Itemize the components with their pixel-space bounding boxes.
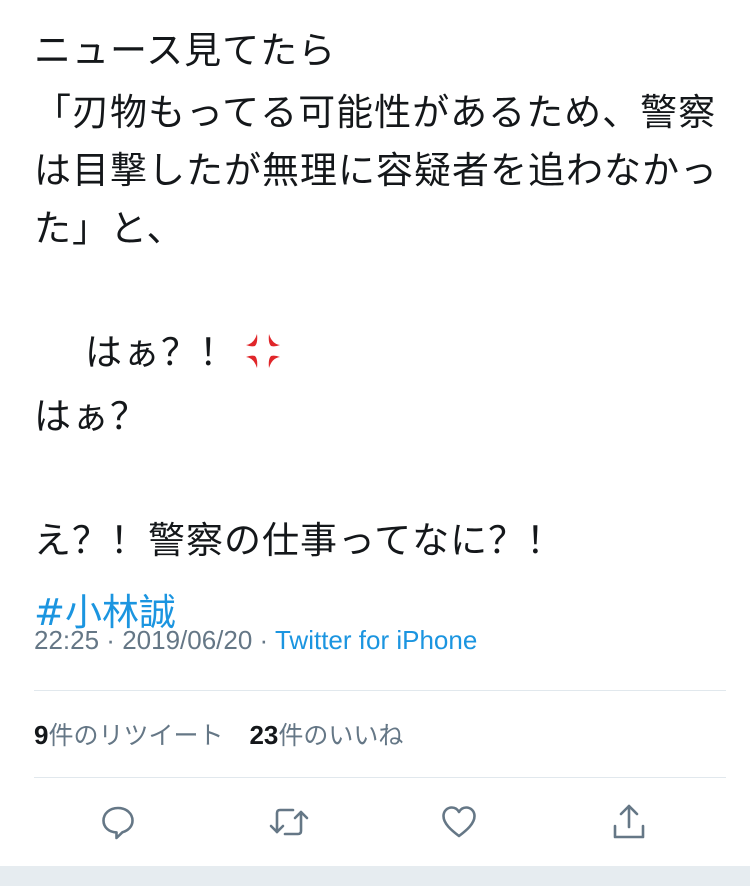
like-button[interactable] (437, 800, 481, 844)
tweet-date: 2019/06/20 (122, 625, 253, 655)
tweet-paragraph-4: え？！警察の仕事ってなに？！ (34, 519, 565, 562)
tweet-metadata: 22:25 · 2019/06/20 · Twitter for iPhone (34, 625, 477, 656)
heart-icon (442, 806, 476, 838)
tweet-stats: 9件のリツイート 23件のいいね (34, 716, 421, 752)
share-icon (613, 804, 645, 839)
tweet-paragraph-3: はぁ？！ はぁ？ (34, 266, 724, 504)
like-stat[interactable]: 23件のいいね (249, 720, 404, 750)
meta-separator: · (252, 625, 275, 655)
tweet-line: はぁ？！ (85, 331, 238, 374)
tweet-paragraph-1: ニュース見てたら (34, 29, 337, 72)
reply-button[interactable] (96, 800, 140, 844)
tweet-time: 22:25 (34, 625, 100, 655)
meta-separator: · (99, 625, 123, 655)
divider (34, 690, 726, 691)
retweet-label: 件のリツイート (48, 721, 224, 750)
bottom-separator (0, 866, 750, 886)
divider (34, 777, 726, 778)
retweet-count: 9 (34, 720, 49, 750)
retweet-icon (269, 808, 309, 836)
like-label: 件のいいね (278, 721, 404, 750)
tweet-text: ニュース見てたら 「刃物もってる可能性があるため、警察は目撃したが無理に容疑者を… (34, 22, 724, 642)
action-bar (0, 800, 750, 850)
tweet-source-link[interactable]: Twitter for iPhone (275, 625, 477, 655)
tweet-line: はぁ？ (34, 395, 148, 438)
retweet-button[interactable] (267, 800, 311, 844)
like-count: 23 (249, 720, 279, 750)
tweet-paragraph-2: 「刃物もってる可能性があるため、警察は目撃したが無理に容疑者を追わなかった」と、 (34, 91, 718, 250)
retweet-stat[interactable]: 9件のリツイート (34, 720, 224, 750)
reply-icon (102, 806, 134, 840)
anger-symbol-icon (243, 330, 283, 388)
share-button[interactable] (607, 800, 651, 844)
